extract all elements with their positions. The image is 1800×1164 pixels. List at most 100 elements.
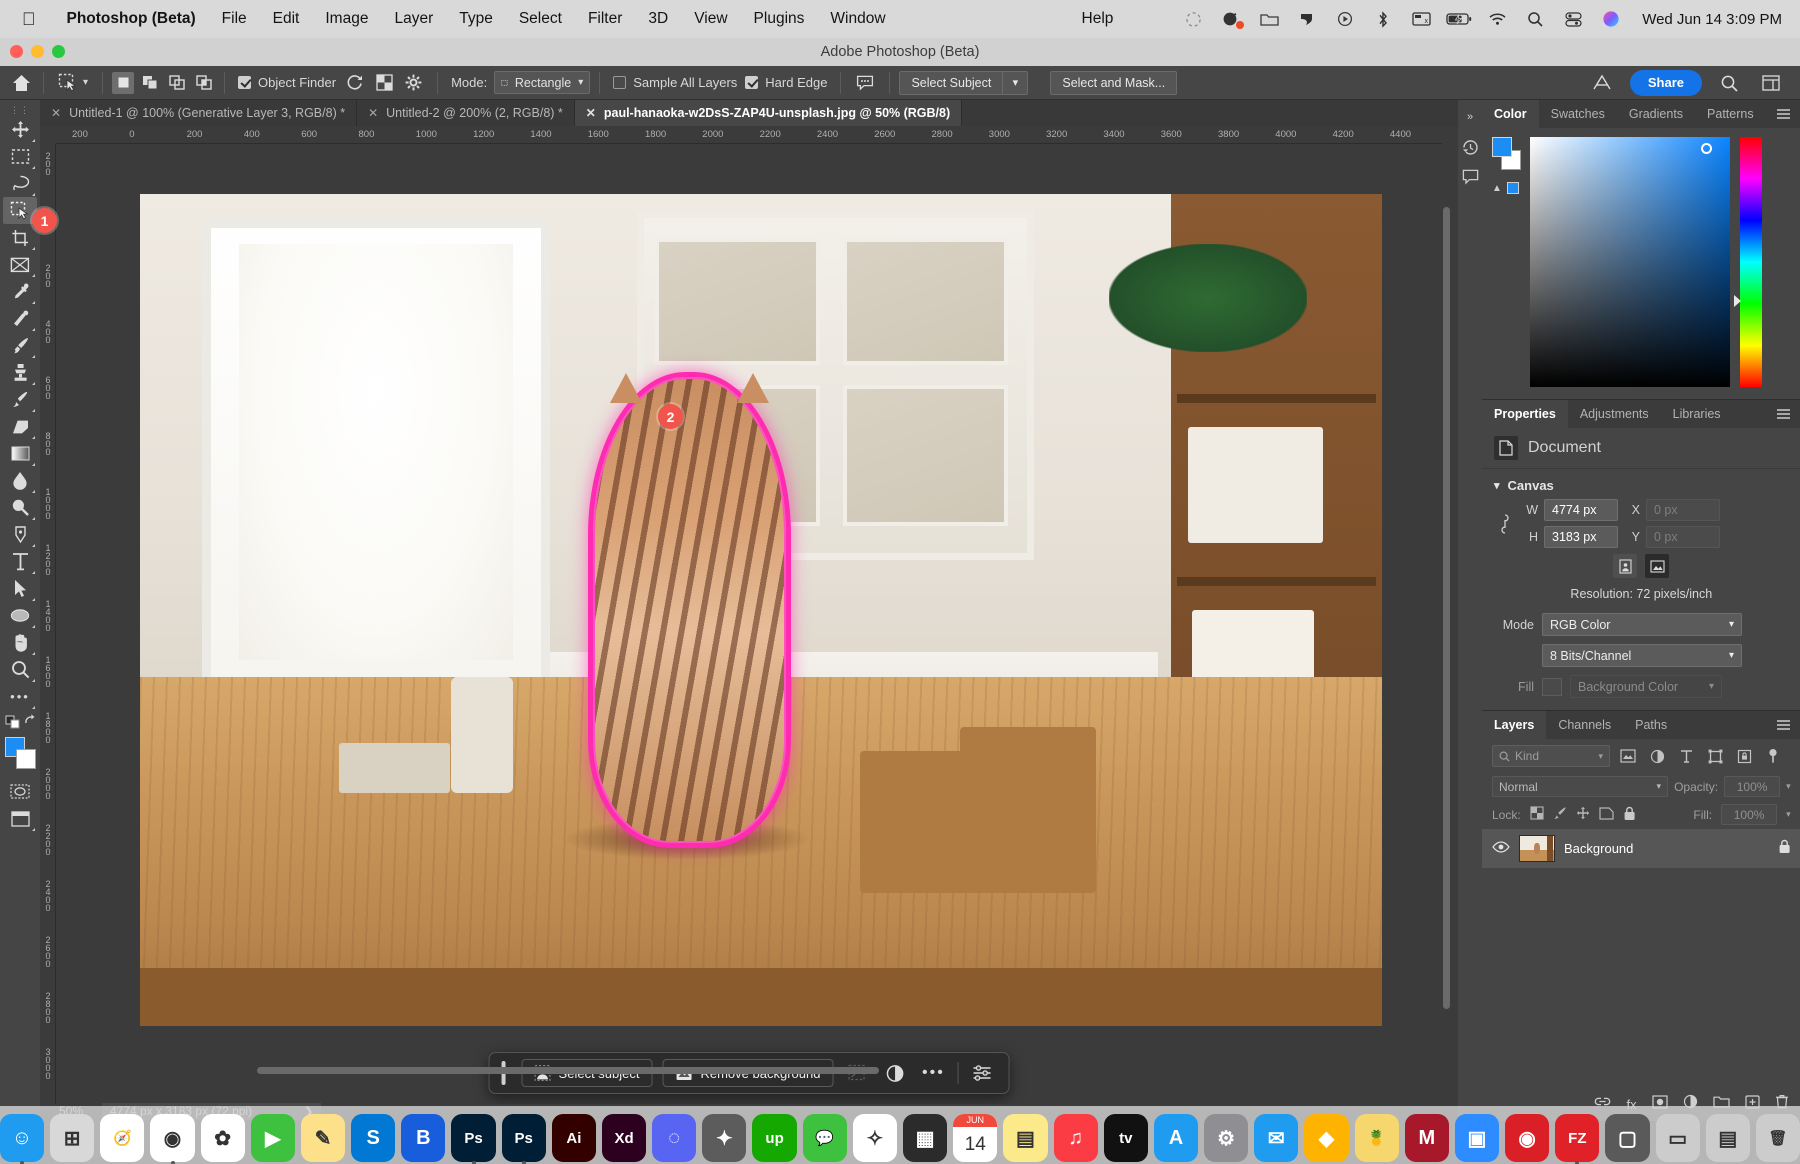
canvas-mode-select[interactable]: RGB Color ▾ — [1542, 613, 1742, 636]
tool-ellipse[interactable] — [3, 602, 37, 629]
smartobject-filter-icon[interactable] — [1733, 746, 1755, 766]
tab-layers[interactable]: Layers — [1482, 711, 1546, 739]
tool-history-brush[interactable] — [3, 386, 37, 413]
sample-all-layers-checkbox[interactable]: Sample All Layers — [609, 75, 741, 90]
share-button[interactable]: Share — [1630, 70, 1702, 96]
canvas-image[interactable] — [140, 194, 1382, 1026]
appstore2-icon[interactable]: A — [1154, 1114, 1198, 1162]
lock-all-icon[interactable] — [1623, 806, 1636, 824]
panel-menu-icon[interactable] — [1766, 711, 1800, 739]
menu-item-type[interactable]: Type — [446, 10, 506, 28]
system-settings-icon[interactable]: ⚙ — [1204, 1114, 1248, 1162]
tool-move[interactable] — [3, 116, 37, 143]
horizontal-scrollbar[interactable] — [96, 1067, 1100, 1076]
lock-image-pixels-icon[interactable] — [1553, 806, 1567, 823]
tool-type[interactable] — [3, 548, 37, 575]
tab-swatches[interactable]: Swatches — [1539, 100, 1617, 128]
menu-item-edit[interactable]: Edit — [260, 10, 313, 28]
foreground-color-swatch[interactable] — [1492, 137, 1512, 157]
safari-icon[interactable]: 🧭 — [100, 1114, 144, 1162]
tool-hand[interactable] — [3, 629, 37, 656]
window-controls[interactable] — [10, 45, 65, 58]
control-center-icon[interactable] — [1558, 8, 1588, 30]
mode-select[interactable]: Rectangle ▾ — [494, 71, 590, 94]
dropbox-icon[interactable] — [1292, 8, 1322, 30]
tab-properties[interactable]: Properties — [1482, 400, 1568, 428]
tool-crop[interactable] — [3, 224, 37, 251]
tab-libraries[interactable]: Libraries — [1661, 400, 1733, 428]
type-filter-icon[interactable] — [1675, 746, 1697, 766]
app-store-icon[interactable]: ✧ — [853, 1114, 897, 1162]
mendeley-icon[interactable]: M — [1405, 1114, 1449, 1162]
tool-rectangular-marquee[interactable] — [3, 143, 37, 170]
skype-icon[interactable]: S — [351, 1114, 395, 1162]
tool-clone-stamp[interactable] — [3, 359, 37, 386]
color-picker-row[interactable]: ▲ — [1492, 182, 1520, 194]
close-window-button[interactable] — [10, 45, 23, 58]
tool-spot-healing-brush[interactable] — [3, 305, 37, 332]
menubar-clock[interactable]: Wed Jun 14 3:09 PM — [1642, 11, 1782, 28]
chevron-down-icon[interactable]: ▾ — [1494, 479, 1500, 492]
tool-dodge[interactable] — [3, 494, 37, 521]
tool-frame[interactable] — [3, 251, 37, 278]
siri-icon[interactable] — [1596, 8, 1626, 30]
tool-eyedropper[interactable] — [3, 278, 37, 305]
chevron-down-icon[interactable]: ▾ — [578, 77, 583, 88]
screenshot-icon[interactable]: ▢ — [1605, 1114, 1649, 1162]
pixel-filter-icon[interactable] — [1617, 746, 1639, 766]
canvas-width-input[interactable]: 4774 px — [1544, 499, 1618, 521]
hard-edge-checkbox[interactable]: Hard Edge — [741, 75, 831, 90]
layer-fill-value[interactable]: 100% — [1721, 804, 1777, 825]
siri-loading-icon[interactable] — [1178, 8, 1208, 30]
select-subject-dropdown-button[interactable]: ▾ — [1002, 71, 1028, 95]
tab-channels[interactable]: Channels — [1546, 711, 1623, 739]
document-tab-paul-hanaoka[interactable]: ✕ paul-hanaoka-w2DsS-ZAP4U-unsplash.jpg … — [575, 100, 962, 126]
tool-edit-toolbar-more[interactable]: ••• — [3, 683, 37, 710]
canvas-y-input[interactable]: 0 px — [1646, 526, 1720, 548]
stickies-icon[interactable]: ▤ — [1003, 1114, 1047, 1162]
background-color-swatch[interactable] — [16, 749, 36, 769]
finder-icon[interactable]: ☺ — [0, 1114, 44, 1162]
workspace-icon[interactable] — [1586, 71, 1618, 95]
selection-mode-group[interactable] — [112, 72, 215, 94]
calculator-icon[interactable]: ▦ — [903, 1114, 947, 1162]
playback-icon[interactable] — [1330, 8, 1360, 30]
refresh-icon[interactable] — [340, 71, 370, 95]
menu-item-3d[interactable]: 3D — [635, 10, 681, 28]
sketch-icon[interactable]: ◆ — [1304, 1114, 1348, 1162]
stack-icon[interactable]: ▤ — [1706, 1114, 1750, 1162]
chevron-down-icon[interactable]: ▾ — [1786, 809, 1791, 820]
tab-gradients[interactable]: Gradients — [1617, 100, 1695, 128]
illustrator-icon[interactable]: Ai — [552, 1114, 596, 1162]
chevron-down-icon[interactable]: ▾ — [83, 77, 88, 88]
trash-icon[interactable]: 🗑 — [1756, 1114, 1800, 1162]
xd-icon[interactable]: Xd — [602, 1114, 646, 1162]
tool-pen[interactable] — [3, 521, 37, 548]
menu-item-file[interactable]: File — [209, 10, 260, 28]
apple-menu-icon[interactable]:  — [22, 10, 36, 28]
tool-eraser[interactable] — [3, 413, 37, 440]
tool-gradient[interactable] — [3, 440, 37, 467]
layer-thumbnail[interactable] — [1519, 835, 1555, 862]
intersect-selection-icon[interactable] — [193, 72, 215, 94]
collapse-panels-icon[interactable]: » — [1458, 104, 1482, 130]
eye-icon[interactable] — [1492, 840, 1510, 858]
horizontal-ruler[interactable]: 2000200400600800100012001400160018002000… — [56, 126, 1442, 144]
canvas-height-input[interactable]: 3183 px — [1544, 526, 1618, 548]
layer-name[interactable]: Background — [1564, 841, 1633, 856]
battery-charging-icon[interactable] — [1444, 8, 1474, 30]
lock-artboard-icon[interactable] — [1599, 807, 1614, 823]
layer-row-background[interactable]: Background — [1482, 829, 1800, 868]
color-field[interactable] — [1530, 137, 1730, 387]
shape-filter-icon[interactable] — [1704, 746, 1726, 766]
history-panel-icon[interactable] — [1458, 134, 1482, 160]
hue-slider[interactable] — [1740, 137, 1762, 387]
link-dimensions-icon[interactable] — [1494, 511, 1516, 537]
chevron-down-icon[interactable]: ▾ — [1786, 781, 1791, 792]
tab-adjustments[interactable]: Adjustments — [1568, 400, 1661, 428]
chrome-icon[interactable]: ◉ — [150, 1114, 194, 1162]
finder-window-icon[interactable]: ▭ — [1656, 1114, 1700, 1162]
panel-menu-icon[interactable] — [1766, 400, 1800, 428]
object-finder-checkbox-box[interactable] — [238, 76, 251, 89]
comments-panel-icon[interactable] — [1458, 164, 1482, 190]
